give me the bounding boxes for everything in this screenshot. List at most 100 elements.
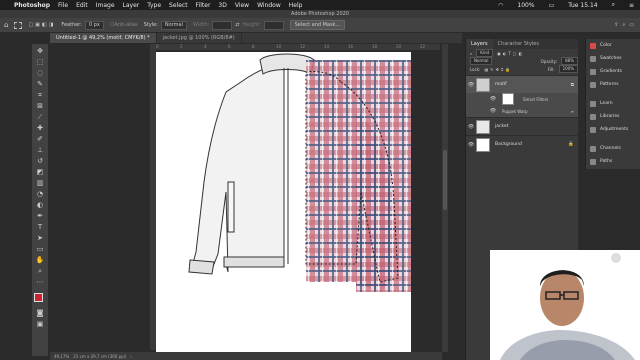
blend-mode-select[interactable]: Normal <box>470 57 493 65</box>
battery-icon[interactable]: ▭ <box>549 2 555 9</box>
dock-color[interactable]: Color <box>586 39 640 52</box>
dock-libraries[interactable]: Libraries <box>586 110 640 123</box>
height-input[interactable] <box>263 20 284 30</box>
foreground-color-swatch[interactable] <box>34 293 43 302</box>
document-size[interactable]: 21 cm x 29,7 cm (300 ppi) <box>73 354 126 359</box>
kind-select[interactable]: Kind <box>476 49 494 57</box>
eyedropper-tool-icon[interactable]: ⟋ <box>35 113 45 121</box>
status-chevron-icon[interactable]: › <box>130 354 132 359</box>
webcam-overlay <box>490 250 640 360</box>
style-select[interactable]: Normal <box>160 20 187 30</box>
share-icon[interactable]: ⇪ <box>614 22 618 28</box>
lock-icons[interactable]: ▦✎✥⌗🔒 <box>484 67 512 72</box>
hand-tool-icon[interactable]: ✋ <box>35 256 45 264</box>
menu-layer[interactable]: Layer <box>123 2 140 9</box>
app-menu[interactable]: Photoshop <box>14 2 50 9</box>
rectangle-tool-icon[interactable]: ▭ <box>35 245 45 253</box>
menu-edit[interactable]: Edit <box>76 2 88 9</box>
menu-filter[interactable]: Filter <box>196 2 211 9</box>
dock-patterns[interactable]: Patterns <box>586 78 640 91</box>
fill-input[interactable]: 100% <box>558 65 578 73</box>
menu-select[interactable]: Select <box>169 2 188 9</box>
dock-gradients[interactable]: Gradients <box>586 65 640 78</box>
select-and-mask-button[interactable]: Select and Mask... <box>289 20 346 30</box>
width-input[interactable] <box>212 20 233 30</box>
quick-select-tool-icon[interactable]: ✎ <box>35 80 45 88</box>
feather-input[interactable]: 0 px <box>84 20 104 30</box>
clone-stamp-icon[interactable]: ⊥ <box>35 146 45 154</box>
battery-label[interactable]: 100% <box>517 2 534 9</box>
workspace-icon[interactable]: ▭ <box>629 22 634 28</box>
layer-jacket[interactable]: 👁 jacket <box>466 117 578 135</box>
tab-character-styles[interactable]: Character Styles <box>493 39 544 49</box>
more-tools-icon[interactable]: ⋯ <box>35 278 45 286</box>
puppet-warp-row[interactable]: 👁 Puppet Warp ≡ <box>466 105 578 117</box>
filter-options-icon[interactable]: ≡ <box>571 109 574 114</box>
fill-label: Fill: <box>547 66 555 72</box>
menu-file[interactable]: File <box>58 2 68 9</box>
scrollbar-thumb[interactable] <box>443 150 447 210</box>
zoom-level[interactable]: 49,17% <box>54 354 69 359</box>
quick-mask-icon[interactable]: ◙ <box>35 309 45 317</box>
menu-view[interactable]: View <box>235 2 249 9</box>
path-selection-icon[interactable]: ➤ <box>35 234 45 242</box>
move-tool-icon[interactable]: ✥ <box>35 47 45 55</box>
blur-tool-icon[interactable]: ◔ <box>35 190 45 198</box>
lasso-tool-icon[interactable]: ◌ <box>35 69 45 77</box>
gradient-tool-icon[interactable]: ▥ <box>35 179 45 187</box>
visibility-icon[interactable]: 👁 <box>488 108 498 114</box>
visibility-icon[interactable]: 👁 <box>488 96 498 102</box>
clock[interactable]: Tue 15.14 <box>568 2 597 9</box>
visibility-icon[interactable]: 👁 <box>466 142 476 148</box>
search-icon[interactable]: ⌕ <box>612 1 615 9</box>
smart-filters-row[interactable]: 👁 Smart Filters <box>466 93 578 105</box>
opacity-input[interactable]: 88% <box>561 57 578 65</box>
tab-layers[interactable]: Layers <box>466 39 493 49</box>
workspace-search-icon[interactable]: ⌕ <box>622 22 625 28</box>
menu-image[interactable]: Image <box>96 2 115 9</box>
document-canvas[interactable] <box>156 52 411 352</box>
pen-tool-icon[interactable]: ✒ <box>35 212 45 220</box>
zoom-tool-icon[interactable]: ⌕ <box>35 267 45 275</box>
control-center-icon[interactable]: ≡ <box>629 2 634 9</box>
dock-learn[interactable]: Learn <box>586 97 640 110</box>
type-tool-icon[interactable]: T <box>35 223 45 231</box>
frame-tool-icon[interactable]: ⊠ <box>35 102 45 110</box>
menu-type[interactable]: Type <box>147 2 161 9</box>
healing-brush-icon[interactable]: ✚ <box>35 124 45 132</box>
layer-thumbnail[interactable] <box>476 137 490 152</box>
brush-tool-icon[interactable]: ✐ <box>35 135 45 143</box>
dodge-tool-icon[interactable]: ◐ <box>35 201 45 209</box>
layer-thumbnail[interactable] <box>476 77 490 92</box>
menu-3d[interactable]: 3D <box>218 2 226 9</box>
menu-help[interactable]: Help <box>289 2 303 9</box>
visibility-icon[interactable]: 👁 <box>466 124 476 130</box>
layer-thumbnail[interactable] <box>476 119 490 134</box>
dock-label: Gradients <box>600 69 622 74</box>
menu-window[interactable]: Window <box>257 2 281 9</box>
dock-swatches[interactable]: Swatches <box>586 52 640 65</box>
filter-icons[interactable]: ▣◐T▢◧ <box>497 51 524 56</box>
layer-motif[interactable]: 👁 motif ⧉ <box>466 75 578 93</box>
marquee-tool-icon[interactable] <box>14 21 23 29</box>
tab-untitled-1[interactable]: Untitled-1 @ 49,2% (motif, CMYK/8) * <box>50 33 157 43</box>
wifi-icon[interactable]: ◠ <box>498 2 503 9</box>
dock-adjustments[interactable]: Adjustments <box>586 123 640 136</box>
dock-paths[interactable]: Paths <box>586 155 640 168</box>
screen-mode-icon[interactable]: ▣ <box>35 320 45 328</box>
home-icon[interactable]: ⌂ <box>4 21 8 29</box>
layer-background[interactable]: 👁 Background 🔒 <box>466 135 578 153</box>
swap-icon[interactable]: ⇄ <box>235 22 239 28</box>
layer-name[interactable]: motif <box>495 82 507 87</box>
tab-jacket[interactable]: jacket.jpg @ 100% (RGB/8#) <box>157 33 242 43</box>
filter-mask-thumbnail[interactable] <box>502 93 514 105</box>
marquee-tool-icon[interactable]: ⬚ <box>35 58 45 66</box>
visibility-icon[interactable]: 👁 <box>466 82 476 88</box>
crop-tool-icon[interactable]: ⌗ <box>35 91 45 99</box>
selection-mode-icons[interactable]: ▢▣◧◨ <box>28 22 55 28</box>
eraser-tool-icon[interactable]: ◩ <box>35 168 45 176</box>
layer-name[interactable]: jacket <box>495 124 508 129</box>
dock-channels[interactable]: Channels <box>586 142 640 155</box>
layer-name[interactable]: Background <box>495 142 522 147</box>
history-brush-icon[interactable]: ↺ <box>35 157 45 165</box>
